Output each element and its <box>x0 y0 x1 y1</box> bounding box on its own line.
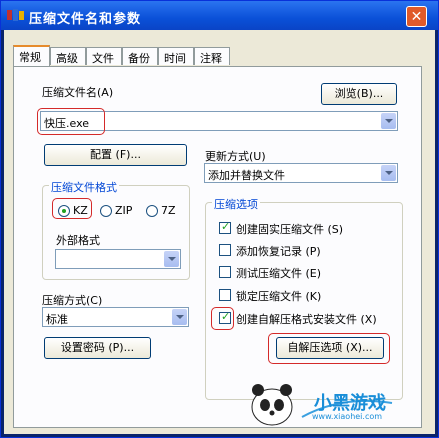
tab-comment[interactable]: 注释 <box>194 47 230 65</box>
chevron-down-icon[interactable] <box>164 251 179 267</box>
highlight-sfx-checkbox <box>211 307 234 330</box>
sfx-label: 创建自解压格式安装文件 (X) <box>236 313 377 326</box>
7z-radio[interactable] <box>146 205 158 217</box>
chevron-down-icon[interactable] <box>381 165 396 181</box>
dialog-window: 压缩文件名和参数 ✕ 常规 高级 文件 备份 时间 注释 压缩文件名(A) 浏览… <box>0 0 439 438</box>
chevron-down-icon[interactable] <box>381 113 396 129</box>
general-panel: 压缩文件名(A) 浏览(B)... 快压.exe 配置 (F)... 更新方式(… <box>13 66 422 428</box>
test-archive-label: 测试压缩文件 (E) <box>236 267 322 280</box>
title-bar[interactable]: 压缩文件名和参数 ✕ <box>1 1 438 30</box>
7z-label: 7Z <box>161 204 176 217</box>
solid-archive-checkbox[interactable] <box>219 220 231 234</box>
highlight-sfx-button <box>268 333 390 364</box>
tab-backup[interactable]: 备份 <box>122 47 158 65</box>
compression-method-label: 压缩方式(C) <box>42 294 103 307</box>
window-title: 压缩文件名和参数 <box>29 12 142 27</box>
set-password-button[interactable]: 设置密码 (P)... <box>44 337 151 359</box>
tab-advanced[interactable]: 高级 <box>50 47 86 65</box>
lock-archive-label: 锁定压缩文件 (K) <box>236 290 322 303</box>
solid-archive-label: 创建固实压缩文件 (S) <box>236 223 344 236</box>
lock-archive-checkbox[interactable] <box>219 289 231 301</box>
tab-time[interactable]: 时间 <box>158 47 194 65</box>
zip-radio[interactable] <box>100 205 112 217</box>
external-format-combo[interactable] <box>55 249 181 269</box>
zip-label: ZIP <box>115 204 133 217</box>
archive-name-label: 压缩文件名(A) <box>42 86 114 99</box>
format-group-title: 压缩文件格式 <box>49 179 119 195</box>
recovery-record-label: 添加恢复记录 (P) <box>236 245 321 258</box>
highlight-kz <box>52 198 92 219</box>
app-icon <box>7 9 24 21</box>
options-group: 压缩选项 创建固实压缩文件 (S) 添加恢复记录 (P) 测试压缩文件 (E) … <box>205 196 403 400</box>
test-archive-checkbox[interactable] <box>219 266 231 278</box>
dialog-client: 常规 高级 文件 备份 时间 注释 压缩文件名(A) 浏览(B)... 快压.e… <box>4 30 435 434</box>
tab-files[interactable]: 文件 <box>86 47 122 65</box>
tab-general[interactable]: 常规 <box>13 45 50 66</box>
watermark-url: www.xiaohei.com <box>312 412 383 421</box>
highlight-archive-name <box>37 108 105 135</box>
options-group-title: 压缩选项 <box>212 196 260 212</box>
close-button[interactable]: ✕ <box>406 6 427 27</box>
update-method-value: 添加并替换文件 <box>208 169 285 182</box>
chevron-down-icon[interactable] <box>172 309 187 325</box>
config-button[interactable]: 配置 (F)... <box>44 144 187 166</box>
browse-button[interactable]: 浏览(B)... <box>321 83 397 105</box>
external-format-label: 外部格式 <box>56 234 100 247</box>
compression-method-combo[interactable]: 标准 <box>42 307 189 327</box>
update-method-label: 更新方式(U) <box>205 150 266 163</box>
recovery-record-checkbox[interactable] <box>219 244 231 256</box>
compression-method-value: 标准 <box>46 313 68 326</box>
update-method-combo[interactable]: 添加并替换文件 <box>204 163 398 183</box>
